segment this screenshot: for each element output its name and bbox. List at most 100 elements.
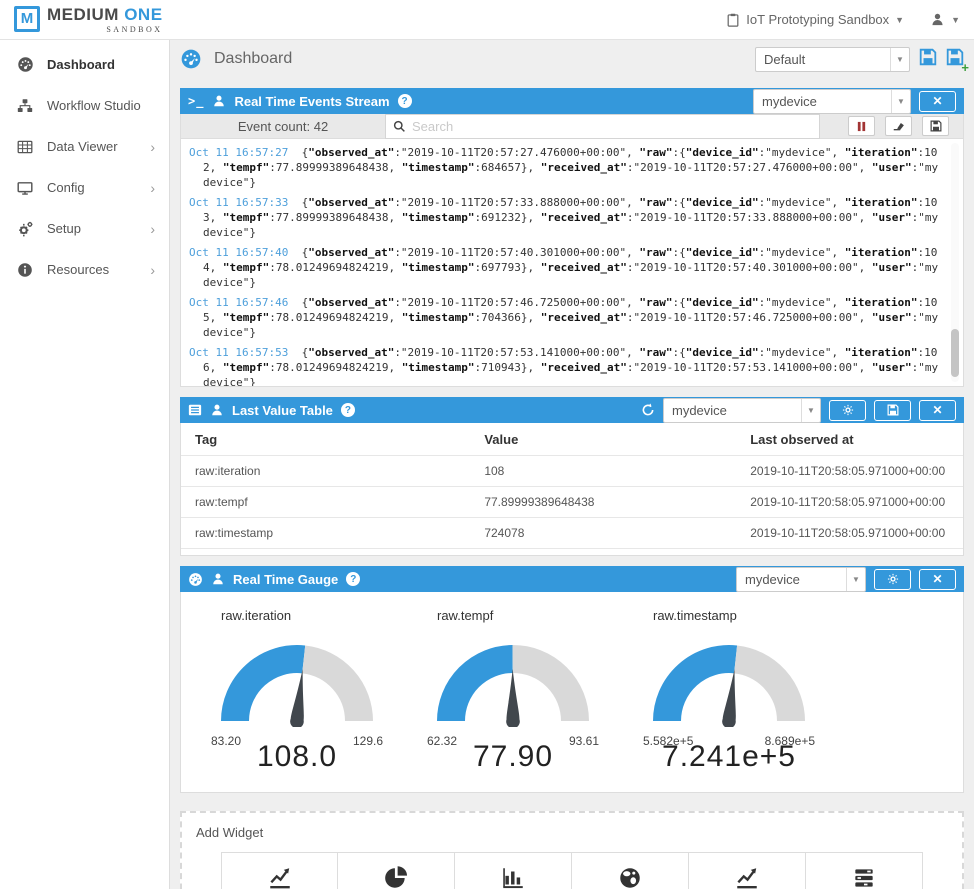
gauge-device-select[interactable]: mydevice ▼ — [736, 567, 866, 592]
gauge-chart — [629, 631, 829, 732]
scrollbar-thumb[interactable] — [951, 329, 959, 377]
close-icon: ✕ — [932, 403, 942, 417]
save-as-new-dashboard-button[interactable]: + — [946, 48, 964, 71]
gear-icon — [842, 404, 854, 416]
add-widget-options: Grouped UsersLine ChartGrouped UsersPie … — [196, 852, 948, 889]
close-widget-button[interactable]: ✕ — [919, 91, 956, 112]
user-icon — [212, 94, 226, 108]
workspace-label: IoT Prototyping Sandbox — [746, 12, 889, 27]
add-widget-option[interactable]: Grouped UsersBar Chart — [455, 852, 572, 889]
chevron-right-icon: › — [150, 221, 155, 237]
search-icon — [393, 120, 406, 133]
device-select-value: mydevice — [664, 403, 801, 418]
event-time: Oct 11 16:57:40 — [189, 246, 288, 259]
events-device-select[interactable]: mydevice ▼ — [753, 89, 911, 114]
clear-stream-button[interactable] — [885, 116, 912, 136]
device-select-value: mydevice — [737, 572, 846, 587]
help-icon[interactable]: ? — [341, 403, 355, 417]
event-entry: Oct 11 16:57:27 {"observed_at":"2019-10-… — [189, 145, 941, 190]
user-icon — [211, 572, 225, 586]
pause-stream-button[interactable] — [848, 116, 875, 136]
sidebar: Dashboard Workflow Studio Data Viewer › … — [0, 40, 170, 889]
sidebar-item-dashboard[interactable]: Dashboard — [0, 44, 169, 85]
save-widget-button[interactable] — [874, 400, 911, 421]
pie-chart-icon — [342, 863, 450, 889]
widget-title: Real Time Events Stream — [234, 94, 389, 109]
table-device-select[interactable]: mydevice ▼ — [663, 398, 821, 423]
search-input[interactable] — [412, 119, 812, 134]
monitor-icon — [16, 179, 34, 197]
gauge-label: raw.timestamp — [653, 608, 829, 623]
sidebar-item-label: Workflow Studio — [47, 98, 155, 113]
cross-filter-chart-icon — [810, 863, 918, 889]
page-title: Dashboard — [214, 50, 292, 68]
pause-icon — [856, 121, 867, 132]
chevron-right-icon: › — [150, 262, 155, 278]
chevron-down-icon: ▼ — [951, 15, 960, 25]
add-widget-option[interactable]: Grouped UsersGeoPoint Chart — [572, 852, 689, 889]
gauge-max-label: 129.6 — [353, 734, 383, 748]
events-scrollbar[interactable] — [951, 143, 959, 382]
chevron-right-icon: › — [150, 139, 155, 155]
add-widget-option[interactable]: Single UserLine Chart — [689, 852, 806, 889]
save-icon — [930, 120, 942, 132]
save-stream-button[interactable] — [922, 116, 949, 136]
sidebar-item-label: Config — [47, 180, 150, 195]
main-content: Dashboard Default ▼ + >_ Real Time Event… — [170, 40, 974, 889]
device-select-value: mydevice — [754, 94, 891, 109]
close-widget-button[interactable]: ✕ — [919, 400, 956, 421]
info-icon — [16, 261, 34, 279]
sidebar-item-config[interactable]: Config › — [0, 167, 169, 208]
help-icon[interactable]: ? — [398, 94, 412, 108]
gauge-min-label: 83.20 — [211, 734, 241, 748]
last-value-table-body: raw:iteration1082019-10-11T20:58:05.9710… — [181, 456, 963, 549]
workspace-selector[interactable]: IoT Prototyping Sandbox ▼ — [726, 12, 904, 27]
widget-settings-button[interactable] — [829, 400, 866, 421]
gauge-icon — [16, 56, 34, 74]
sidebar-item-label: Dashboard — [47, 57, 155, 72]
terminal-icon: >_ — [188, 94, 204, 108]
add-widget-option[interactable]: Grouped UsersLine Chart — [221, 852, 338, 889]
user-menu[interactable]: ▼ — [930, 12, 960, 27]
sidebar-item-data-viewer[interactable]: Data Viewer › — [0, 126, 169, 167]
clipboard-icon — [726, 13, 740, 27]
gauge-chart — [197, 631, 397, 732]
user-icon — [930, 12, 945, 27]
column-header-value: Value — [470, 423, 736, 456]
gauges-row: raw.iteration83.20129.6108.0raw.tempf62.… — [180, 592, 964, 793]
line-chart-icon — [226, 863, 333, 889]
sidebar-item-label: Setup — [47, 221, 150, 236]
event-entry: Oct 11 16:57:53 {"observed_at":"2019-10-… — [189, 345, 941, 387]
page-header: Dashboard Default ▼ + — [180, 40, 964, 78]
sidebar-item-workflow-studio[interactable]: Workflow Studio — [0, 85, 169, 126]
add-widget-panel: Add Widget Grouped UsersLine ChartGroupe… — [180, 811, 964, 889]
event-time: Oct 11 16:57:46 — [189, 296, 288, 309]
chevron-down-icon: ▼ — [801, 399, 820, 422]
widget-settings-button[interactable] — [874, 569, 911, 590]
add-widget-option[interactable]: Grouped UsersPie Chart — [338, 852, 455, 889]
layout-select-value: Default — [756, 52, 890, 67]
last-value-table-header: Last Value Table ? mydevice ▼ ✕ — [180, 397, 964, 423]
gauge-icon — [188, 572, 203, 587]
refresh-button[interactable] — [641, 403, 655, 417]
dashboard-layout-select[interactable]: Default ▼ — [755, 47, 910, 72]
event-time: Oct 11 16:57:33 — [189, 196, 288, 209]
close-icon: ✕ — [932, 94, 942, 108]
list-icon — [188, 403, 202, 417]
column-header-last-observed: Last observed at — [736, 423, 963, 456]
event-entry: Oct 11 16:57:46 {"observed_at":"2019-10-… — [189, 295, 941, 340]
logo-medium: MEDIUM — [47, 5, 119, 24]
widget-title: Last Value Table — [232, 403, 333, 418]
close-icon: ✕ — [932, 572, 942, 586]
last-value-table-widget: Last Value Table ? mydevice ▼ ✕ Tag Valu… — [180, 397, 964, 556]
event-time: Oct 11 16:57:27 — [189, 146, 288, 159]
table-row: raw:tempf77.899993896484382019-10-11T20:… — [181, 487, 963, 518]
sidebar-item-setup[interactable]: Setup › — [0, 208, 169, 249]
add-widget-option[interactable]: Single UserCross Filter Chart — [806, 852, 923, 889]
gear-icon — [887, 573, 899, 585]
sidebar-item-resources[interactable]: Resources › — [0, 249, 169, 290]
gauge-icon — [180, 48, 202, 70]
help-icon[interactable]: ? — [346, 572, 360, 586]
close-widget-button[interactable]: ✕ — [919, 569, 956, 590]
save-dashboard-button[interactable] — [919, 48, 937, 71]
